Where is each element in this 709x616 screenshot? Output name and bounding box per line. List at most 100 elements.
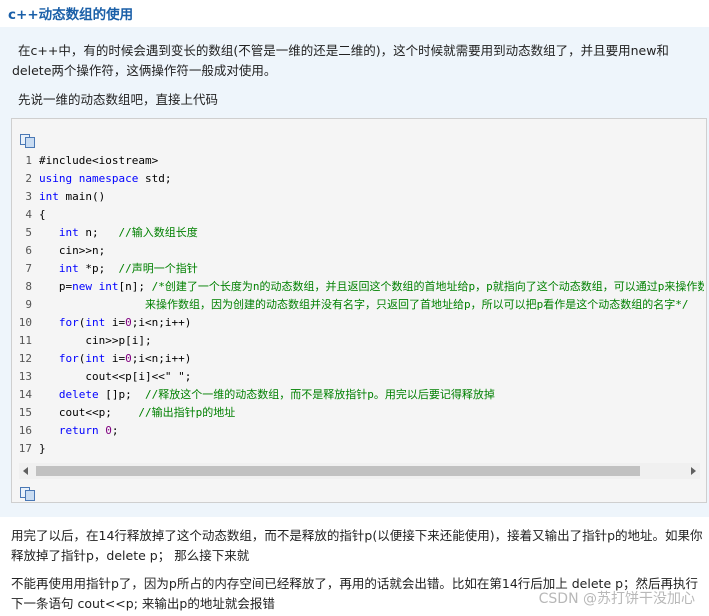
code-token: int: [85, 352, 106, 365]
article-body: 在c++中，有的时候会遇到变长的数组(不管是一维的还是二维的)，这个时候就需要用…: [0, 27, 709, 517]
intro-paragraph: 在c++中，有的时候会遇到变长的数组(不管是一维的还是二维的)，这个时候就需要用…: [12, 43, 669, 78]
code-token: cin>>n;: [39, 244, 106, 257]
code-token: std;: [138, 172, 172, 185]
code-token: //声明一个指针: [118, 262, 198, 275]
code-text: return 0;: [39, 422, 119, 440]
code-token: int: [58, 226, 79, 239]
code-token: [n];: [118, 280, 152, 293]
scroll-left-arrow-icon[interactable]: [23, 467, 28, 475]
code-token: ;: [111, 424, 119, 437]
horizontal-scrollbar[interactable]: [19, 463, 700, 479]
code-token: delete: [58, 388, 99, 401]
code-token: i=: [105, 316, 126, 329]
line-number: 16: [18, 424, 32, 437]
article-title: c++动态数组的使用: [8, 7, 134, 23]
code-line: 1 #include<iostream>: [12, 152, 704, 170]
code-token: for: [58, 316, 79, 329]
code-line: 15 cout<<p; //输出指针p的地址: [12, 404, 704, 422]
line-number: 13: [18, 370, 32, 383]
code-text: {: [39, 206, 46, 224]
watermark: CSDN @苏打饼干没加心: [538, 591, 695, 607]
code-line: 17}: [12, 440, 704, 458]
code-token: namespace: [78, 172, 139, 185]
code-token: main(): [58, 190, 106, 203]
code-line: 2 using namespace std;: [12, 170, 704, 188]
code-line: 5 int n; //输入数组长度: [12, 224, 704, 242]
code-lines: 1 #include<iostream> 2 using namespace std;…: [12, 152, 704, 463]
code-text: #include<iostream>: [39, 152, 158, 170]
code-line: 12 for(int i=0;i<n;i++): [12, 350, 704, 368]
code-text: }: [39, 440, 46, 458]
code-token: for: [58, 352, 79, 365]
code-text: cin>>p[i];: [39, 332, 151, 350]
code-text: int main(): [39, 188, 105, 206]
code-text: delete []p; //释放这个一维的动态数组，而不是释放指针p。用完以后要…: [39, 386, 495, 404]
code-token: cout<<p[i]<<" ";: [39, 370, 192, 383]
code-line: 9 来操作数组，因为创建的动态数组并没有名字，只返回了首地址给p，所以可以把p看…: [12, 296, 704, 314]
code-token: using: [39, 172, 73, 185]
code-text: cin>>n;: [39, 242, 105, 260]
line-number: 15: [18, 406, 32, 419]
code-text: int *p; //声明一个指针: [39, 260, 198, 278]
code-line: 11 cin>>p[i];: [12, 332, 704, 350]
code-token: ;i<n;i++): [131, 316, 192, 329]
line-number: 3: [25, 190, 32, 203]
code-line: 8 p=new int[n]; /*创建了一个长度为n的动态数组，并且返回这个数…: [12, 278, 704, 296]
code-token: int: [98, 280, 119, 293]
code-token: *p;: [78, 262, 119, 275]
lead-paragraph: 先说一维的动态数组吧，直接上代码: [18, 92, 219, 107]
code-line: 6 cin>>n;: [12, 242, 704, 260]
code-line: 3 int main(): [12, 188, 704, 206]
line-number: 14: [18, 388, 32, 401]
code-token: 0: [125, 352, 132, 365]
code-text: cout<<p[i]<<" ";: [39, 368, 191, 386]
copy-code-icon[interactable]: [20, 487, 35, 501]
code-block: 1 #include<iostream> 2 using namespace std;…: [11, 118, 707, 503]
line-number: 7: [25, 262, 32, 275]
line-number: 10: [18, 316, 32, 329]
line-number: 8: [25, 280, 32, 293]
line-number: 11: [18, 334, 32, 347]
code-token: int: [39, 190, 59, 203]
code-line: 7 int *p; //声明一个指针: [12, 260, 704, 278]
code-text: for(int i=0;i<n;i++): [39, 350, 191, 368]
line-number: 17: [18, 442, 32, 455]
scroll-right-arrow-icon[interactable]: [691, 467, 696, 475]
code-text: 来操作数组，因为创建的动态数组并没有名字，只返回了首地址给p，所以可以把p看作是…: [39, 296, 689, 314]
code-line: 4{: [12, 206, 704, 224]
code-token: []p;: [98, 388, 145, 401]
scrollbar-thumb[interactable]: [36, 466, 640, 476]
code-token: int: [58, 262, 79, 275]
code-text: int n; //输入数组长度: [39, 224, 198, 242]
code-token: }: [39, 442, 46, 455]
line-number: 5: [25, 226, 32, 239]
code-token: p=: [39, 280, 73, 293]
code-token: cout<<p;: [39, 406, 139, 419]
line-number: 9: [25, 298, 32, 311]
code-token: //释放这个一维的动态数组，而不是释放指针p。用完以后要记得释放掉: [144, 388, 495, 401]
line-number: 1: [25, 154, 32, 167]
code-line: 16 return 0;: [12, 422, 704, 440]
code-token: new: [72, 280, 92, 293]
code-token: return: [58, 424, 99, 437]
code-token: //输入数组长度: [118, 226, 198, 239]
copy-code-icon[interactable]: [20, 134, 35, 148]
code-text: using namespace std;: [39, 170, 171, 188]
code-token: n;: [78, 226, 119, 239]
code-token: int: [85, 316, 106, 329]
code-text: cout<<p; //输出指针p的地址: [39, 404, 235, 422]
code-text: p=new int[n]; /*创建了一个长度为n的动态数组，并且返回这个数组的…: [39, 278, 704, 296]
code-text: for(int i=0;i<n;i++): [39, 314, 191, 332]
code-token: ;i<n;i++): [131, 352, 192, 365]
code-line: 14 delete []p; //释放这个一维的动态数组，而不是释放指针p。用完…: [12, 386, 704, 404]
code-token: 来操作数组，因为创建的动态数组并没有名字，只返回了首地址给p，所以可以把p看作是…: [144, 298, 689, 311]
line-number: 4: [25, 208, 32, 221]
